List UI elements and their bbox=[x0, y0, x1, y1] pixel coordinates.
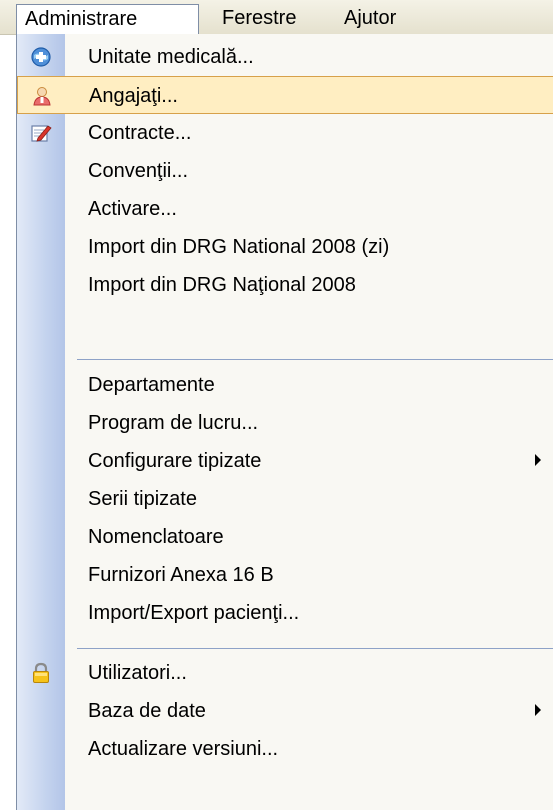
administrare-dropdown: Unitate medicală... Angajaţi... Contract… bbox=[16, 34, 553, 810]
menu-item-unitate-medicala[interactable]: Unitate medicală... bbox=[17, 38, 553, 76]
menu-ferestre[interactable]: Ferestre bbox=[214, 4, 324, 32]
menu-item-label: Import din DRG National 2008 (zi) bbox=[88, 236, 390, 258]
menu-item-label: Unitate medicală... bbox=[88, 46, 254, 68]
menu-item-label: Import/Export pacienţi... bbox=[88, 602, 300, 624]
menu-item-import-export-pacienti[interactable]: Import/Export pacienţi... bbox=[17, 594, 553, 632]
menu-item-label: Departamente bbox=[88, 374, 215, 396]
menu-item-departamente[interactable]: Departamente bbox=[17, 366, 553, 404]
menu-item-label: Actualizare versiuni... bbox=[88, 738, 279, 760]
menu-item-program-de-lucru[interactable]: Program de lucru... bbox=[17, 404, 553, 442]
menu-ajutor[interactable]: Ajutor bbox=[336, 4, 456, 32]
menu-separator bbox=[77, 648, 553, 649]
menu-item-label: Configurare tipizate bbox=[88, 450, 262, 472]
menu-item-label: Contracte... bbox=[88, 122, 192, 144]
submenu-arrow-icon bbox=[535, 454, 541, 466]
menu-item-label: Nomenclatoare bbox=[88, 526, 224, 548]
lock-icon bbox=[33, 662, 49, 683]
menu-bar: Administrare Ferestre Ajutor bbox=[0, 0, 553, 36]
submenu-arrow-icon bbox=[535, 704, 541, 716]
employee-icon bbox=[33, 87, 51, 106]
menu-item-actualizare-versiuni[interactable]: Actualizare versiuni... bbox=[17, 730, 553, 768]
menu-item-contracte[interactable]: Contracte... bbox=[17, 114, 553, 152]
menu-separator bbox=[77, 359, 553, 360]
menu-item-label: Activare... bbox=[88, 198, 177, 220]
menu-item-nomenclatoare[interactable]: Nomenclatoare bbox=[17, 518, 553, 556]
menu-item-configurare-tipizate[interactable]: Configurare tipizate bbox=[17, 442, 553, 480]
contract-edit-icon bbox=[31, 125, 52, 142]
menu-item-label: Program de lucru... bbox=[88, 412, 259, 434]
menu-item-import-drg-zi[interactable]: Import din DRG National 2008 (zi) bbox=[17, 228, 553, 266]
menu-administrare[interactable]: Administrare bbox=[16, 4, 199, 36]
menu-item-furnizori-anexa[interactable]: Furnizori Anexa 16 B bbox=[17, 556, 553, 594]
menu-item-label: Convenţii... bbox=[88, 160, 189, 182]
menu-item-label: Import din DRG Naţional 2008 bbox=[88, 274, 356, 296]
menu-item-activare[interactable]: Activare... bbox=[17, 190, 553, 228]
menu-item-import-drg[interactable]: Import din DRG Naţional 2008 bbox=[17, 266, 553, 304]
menu-item-label: Furnizori Anexa 16 B bbox=[88, 564, 274, 586]
menu-item-serii-tipizate[interactable]: Serii tipizate bbox=[17, 480, 553, 518]
menu-item-angajati[interactable]: Angajaţi... bbox=[17, 76, 553, 114]
menu-item-label: Serii tipizate bbox=[88, 488, 197, 510]
menu-item-label: Angajaţi... bbox=[89, 85, 178, 107]
hospital-globe-icon bbox=[31, 47, 51, 67]
menu-item-baza-de-date[interactable]: Baza de date bbox=[17, 692, 553, 730]
menu-item-label: Baza de date bbox=[88, 700, 206, 722]
menu-item-conventii[interactable]: Convenţii... bbox=[17, 152, 553, 190]
menu-item-utilizatori[interactable]: Utilizatori... bbox=[17, 654, 553, 692]
menu-item-label: Utilizatori... bbox=[88, 662, 187, 684]
